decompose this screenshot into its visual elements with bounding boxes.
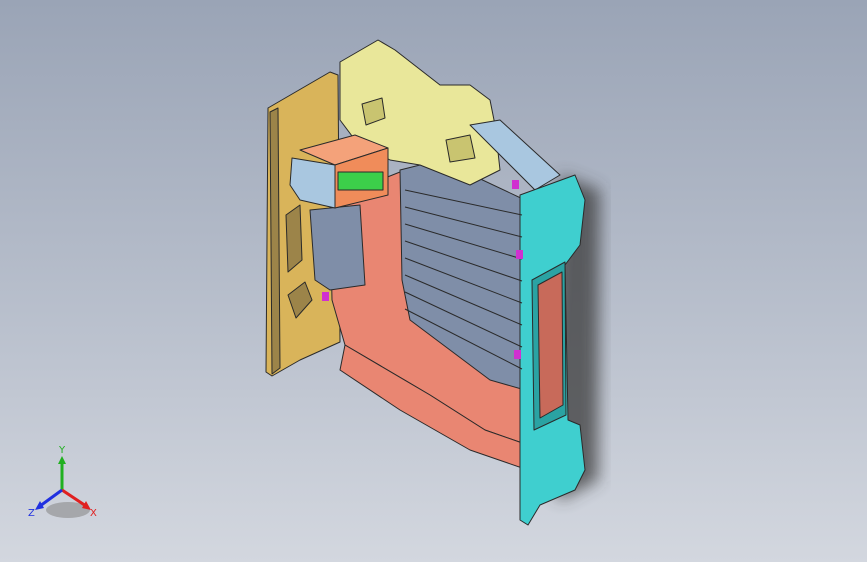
triad-y-label: Y (58, 445, 66, 456)
cad-assembly-model[interactable] (265, 39, 586, 526)
magenta-marker (512, 180, 519, 189)
grey-bracket[interactable] (309, 204, 366, 291)
tan-panel-flange (269, 107, 281, 375)
triad-y-arrow (58, 456, 66, 464)
triad-z-label: Z (28, 508, 35, 519)
yellow-panel-cutout (445, 134, 476, 163)
orientation-triad[interactable]: Y X Z (28, 445, 97, 519)
magenta-marker (514, 350, 521, 359)
triad-x-label: X (90, 508, 97, 519)
magenta-marker (516, 250, 523, 259)
green-label (337, 171, 384, 191)
frame-reinforcement (537, 271, 564, 419)
tan-panel-opening (285, 204, 303, 273)
3d-viewport[interactable]: Y X Z (0, 0, 867, 562)
magenta-marker (322, 292, 329, 301)
